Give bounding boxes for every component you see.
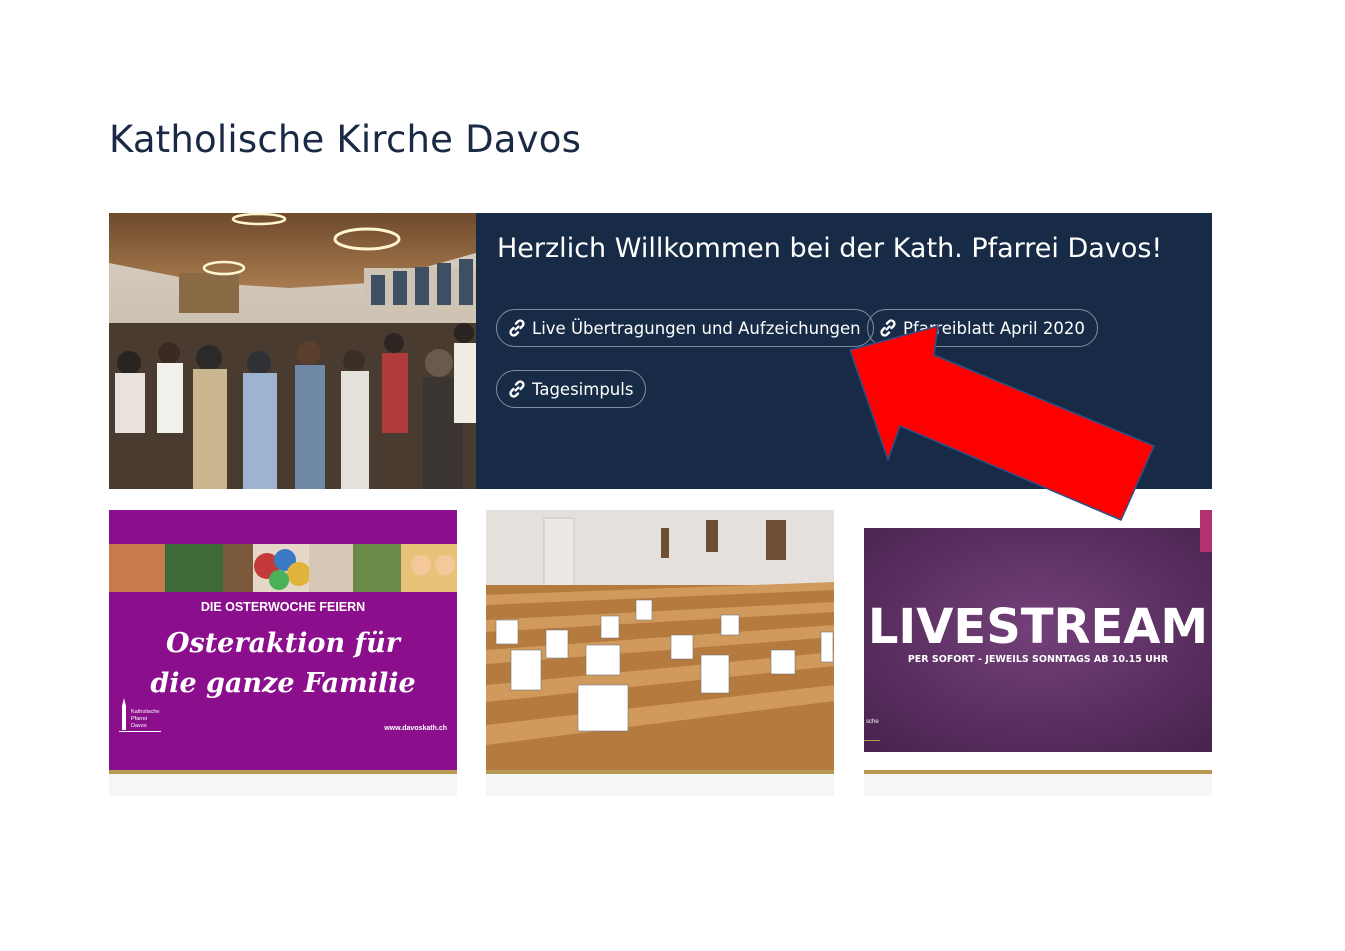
livestream-card[interactable]: LIVESTREAM PER SOFORT - JEWEILS SONNTAGS… — [864, 510, 1212, 796]
link-icon — [509, 380, 525, 398]
svg-text:Davos: Davos — [131, 723, 147, 729]
daily-impulse-link[interactable]: Tagesimpuls — [496, 370, 647, 408]
link-icon — [509, 319, 525, 337]
church-photos-card[interactable] — [486, 510, 834, 796]
easter-title-line1: Osteraktion für — [166, 628, 402, 659]
hero-banner: Herzlich Willkommen bei der Kath. Pfarre… — [109, 213, 1212, 489]
livestream-subline: PER SOFORT - JEWEILS SONNTAGS AB 10.15 U… — [908, 654, 1169, 665]
link-icon — [880, 319, 896, 337]
livestream-corner-text: sche — [866, 719, 879, 725]
parish-newsletter-link-label: Pfarreiblatt April 2020 — [903, 318, 1085, 338]
page-title: Katholische Kirche Davos — [109, 118, 582, 161]
livestream-image: LIVESTREAM PER SOFORT - JEWEILS SONNTAGS… — [864, 510, 1212, 770]
church-interior-photo — [109, 213, 476, 489]
daily-impulse-link-label: Tagesimpuls — [532, 379, 634, 399]
live-streams-link[interactable]: Live Übertragungen und Aufzeichungen — [496, 309, 874, 347]
easter-action-image: DIE OSTERWOCHE FEIERN Osteraktion für di… — [109, 510, 457, 770]
live-streams-link-label: Live Übertragungen und Aufzeichungen — [532, 318, 861, 338]
card-divider — [864, 770, 1212, 774]
svg-text:Pfarrei: Pfarrei — [131, 716, 147, 722]
easter-url: www.davoskath.ch — [383, 725, 447, 732]
livestream-headline: LIVESTREAM — [868, 599, 1208, 655]
easter-action-card[interactable]: DIE OSTERWOCHE FEIERN Osteraktion für di… — [109, 510, 457, 796]
church-pews-photo — [486, 510, 834, 770]
hero-heading: Herzlich Willkommen bei der Kath. Pfarre… — [497, 233, 1163, 264]
parish-newsletter-link[interactable]: Pfarreiblatt April 2020 — [867, 309, 1098, 347]
easter-banner-text: DIE OSTERWOCHE FEIERN — [201, 600, 365, 614]
card-divider — [486, 770, 834, 774]
card-divider — [109, 770, 457, 774]
hero-panel: Herzlich Willkommen bei der Kath. Pfarre… — [476, 213, 1212, 489]
svg-text:Katholische: Katholische — [131, 709, 159, 715]
easter-title-line2: die ganze Familie — [150, 668, 415, 699]
